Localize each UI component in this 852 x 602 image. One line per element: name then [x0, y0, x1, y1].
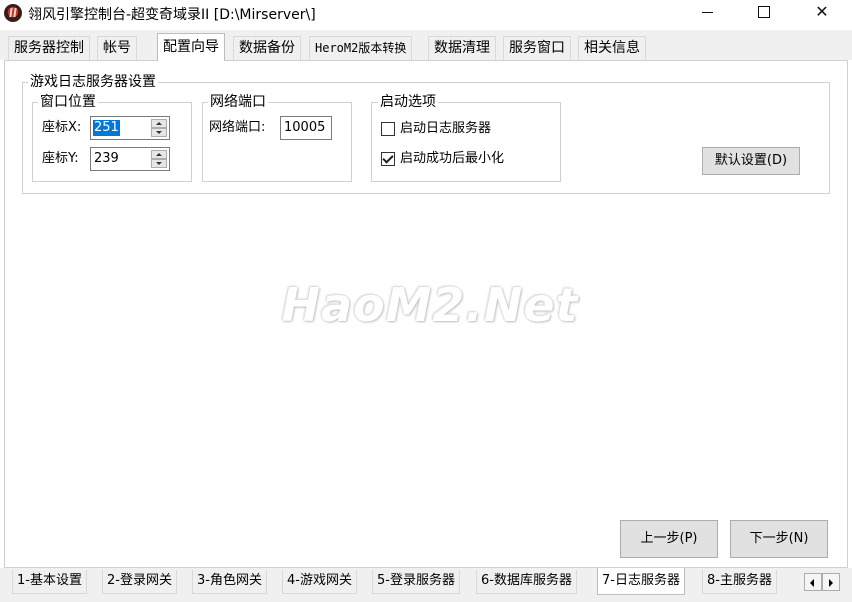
tab-server-control[interactable]: 服务器控制 [8, 36, 90, 60]
log-server-settings-title: 游戏日志服务器设置 [28, 74, 158, 90]
tab-service-window[interactable]: 服务窗口 [503, 36, 571, 60]
scroll-right-icon[interactable] [822, 573, 840, 591]
port-input[interactable]: 10005 [280, 116, 332, 140]
startup-options-title: 启动选项 [378, 94, 438, 110]
tab-config-wizard[interactable]: 配置向导 [157, 33, 225, 61]
close-button[interactable]: ✕ [795, 0, 849, 26]
minimize-after-start-label[interactable]: 启动成功后最小化 [400, 150, 504, 168]
spin-up-icon[interactable] [151, 119, 167, 128]
minimize-icon [701, 12, 713, 13]
scroll-left-icon[interactable] [804, 573, 822, 591]
window-title: 翎风引擎控制台-超变奇域录II [D:\Mirserver\] [28, 7, 316, 23]
y-coord-arrows[interactable] [151, 150, 167, 168]
tab-role-gate[interactable]: 3-角色网关 [192, 570, 267, 594]
maximize-button[interactable] [737, 0, 791, 26]
window-position-title: 窗口位置 [38, 94, 98, 110]
tab-log-server[interactable]: 7-日志服务器 [597, 568, 685, 595]
tab-related-info[interactable]: 相关信息 [578, 36, 646, 60]
network-port-group [202, 102, 352, 182]
tab-database-server[interactable]: 6-数据库服务器 [476, 570, 577, 594]
minimize-after-start-checkbox[interactable] [381, 152, 395, 166]
x-coord-spinner[interactable]: 251 [90, 116, 170, 140]
y-coord-spinner[interactable]: 239 [90, 147, 170, 171]
default-settings-button[interactable]: 默认设置(D) [702, 147, 800, 175]
startup-options-group [371, 102, 561, 182]
tab-login-server[interactable]: 5-登录服务器 [372, 570, 460, 594]
tab-game-gate[interactable]: 4-游戏网关 [282, 570, 357, 594]
start-log-server-label[interactable]: 启动日志服务器 [400, 120, 491, 138]
network-port-title: 网络端口 [208, 94, 268, 110]
spin-down-icon[interactable] [151, 159, 167, 168]
next-step-button[interactable]: 下一步(N) [730, 520, 828, 558]
spin-up-icon[interactable] [151, 150, 167, 159]
minimize-button[interactable] [680, 0, 734, 26]
title-bar: 翎风引擎控制台-超变奇域录II [D:\Mirserver\] ✕ [0, 0, 852, 26]
maximize-icon [758, 5, 770, 18]
top-tab-bar: 服务器控制 帐号 配置向导 数据备份 HeroM2版本转换 数据清理 服务窗口 … [0, 30, 852, 61]
tab-main-server[interactable]: 8-主服务器 [702, 570, 777, 594]
bottom-tab-bar: 1-基本设置 2-登录网关 3-角色网关 4-游戏网关 5-登录服务器 6-数据… [0, 568, 852, 602]
watermark: HaoM2.Net [281, 278, 579, 332]
x-coord-label: 座标X: [42, 120, 82, 135]
app-logo-icon [4, 4, 22, 22]
tab-data-cleanup[interactable]: 数据清理 [428, 36, 496, 60]
tab-login-gate[interactable]: 2-登录网关 [102, 570, 177, 594]
x-coord-arrows[interactable] [151, 119, 167, 137]
y-coord-value[interactable]: 239 [93, 151, 120, 167]
tab-scroll-buttons [804, 573, 840, 591]
tab-basic-settings[interactable]: 1-基本设置 [12, 570, 87, 594]
start-log-server-checkbox[interactable] [381, 122, 395, 136]
tab-data-backup[interactable]: 数据备份 [233, 36, 301, 60]
port-label: 网络端口: [209, 120, 266, 135]
prev-step-button[interactable]: 上一步(P) [620, 520, 718, 558]
spin-down-icon[interactable] [151, 128, 167, 137]
tab-herom2-convert[interactable]: HeroM2版本转换 [309, 36, 413, 60]
y-coord-label: 座标Y: [42, 151, 79, 166]
tab-account[interactable]: 帐号 [97, 36, 137, 60]
x-coord-value[interactable]: 251 [93, 120, 120, 136]
close-icon: ✕ [815, 2, 829, 21]
